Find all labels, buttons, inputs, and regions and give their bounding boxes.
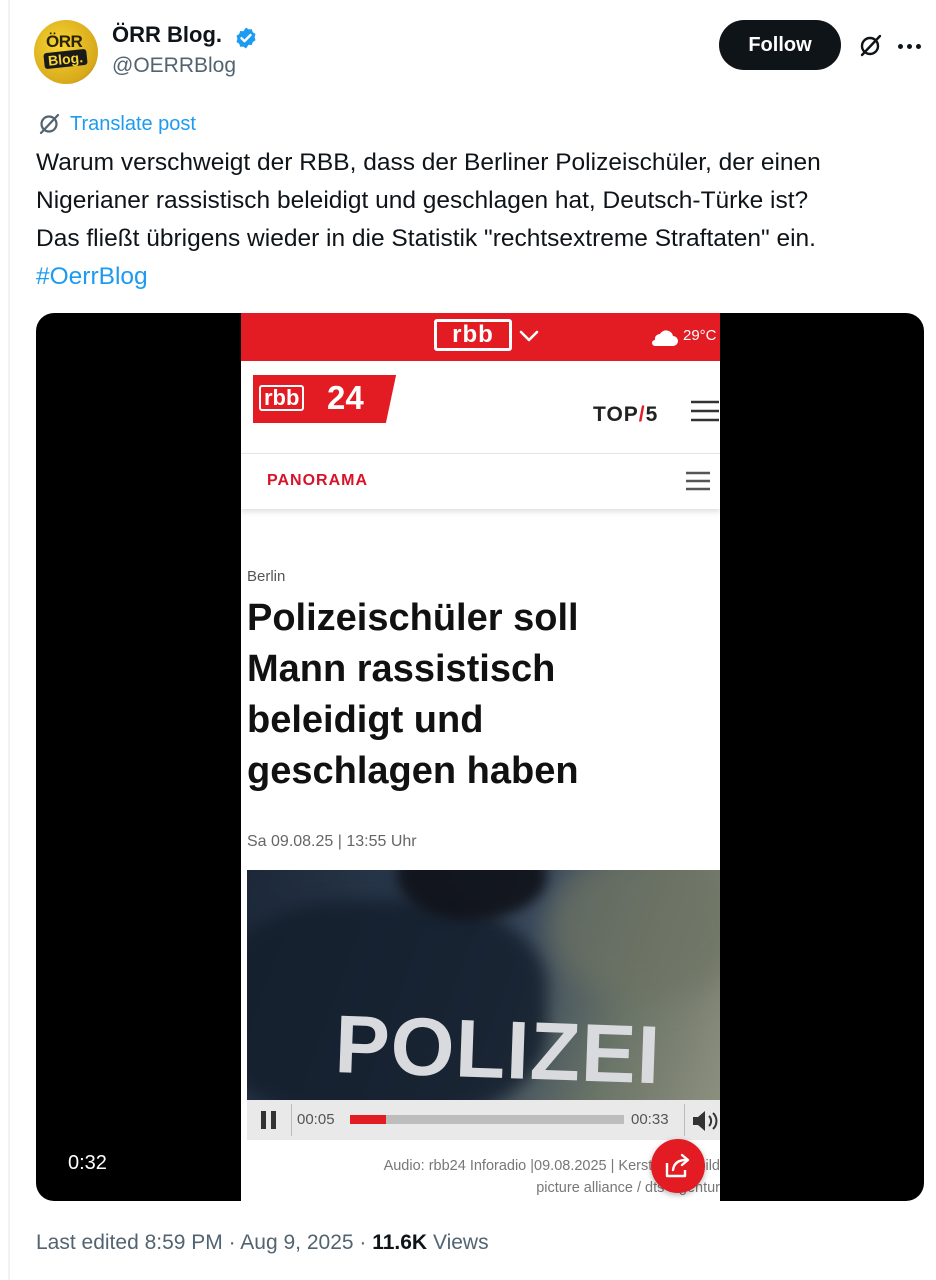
views-label: Views — [427, 1231, 489, 1254]
volume-icon — [693, 1111, 718, 1131]
hamburger-menu-icon — [691, 400, 719, 422]
rbb24-logo-text-left: rbb — [259, 385, 305, 411]
top5-link: TOP/5 — [593, 403, 658, 427]
video-frame-screenshot: rbb 29°C rbb 24 TOP/5 PANORAMA Berlin Po… — [241, 313, 720, 1201]
photo-vest-text: POLIZEI — [333, 999, 663, 1100]
tweet-text-line: Warum verschweigt der RBB, dass der Berl… — [36, 149, 821, 176]
audio-player: 00:05 00:33 — [247, 1100, 720, 1140]
grok-icon[interactable] — [856, 32, 884, 60]
rbb24-header: rbb 24 TOP/5 — [241, 361, 720, 457]
tweet-text-line: Nigerianer rassistisch beleidigt und ges… — [36, 187, 809, 214]
headline-line: beleidigt und — [247, 699, 484, 741]
more-options-icon[interactable] — [898, 36, 924, 56]
follow-button[interactable]: Follow — [719, 20, 841, 70]
top5-slash: / — [638, 403, 646, 426]
rbb-top-bar: rbb 29°C — [241, 313, 720, 361]
translate-post-link[interactable]: Translate post — [70, 113, 196, 136]
section-menu-icon — [686, 471, 710, 491]
audio-current-time: 00:05 — [297, 1111, 335, 1128]
video-duration: 0:32 — [68, 1152, 107, 1174]
caption-line: Audio: rbb24 Inforadio |09.08.2025 | Ker… — [383, 1158, 720, 1174]
rbb24-logo: rbb 24 — [253, 375, 397, 423]
headline-line: geschlagen haben — [247, 750, 579, 792]
rbb24-logo-text-right: 24 — [327, 379, 364, 416]
author-handle[interactable]: @OERRBlog — [112, 54, 236, 78]
caption-line: picture alliance / dts-Agentur — [536, 1180, 720, 1196]
article-dateline: Sa 09.08.25 | 13:55 Uhr — [247, 833, 417, 850]
avatar-text-bottom: Blog. — [43, 48, 88, 70]
share-button — [651, 1139, 705, 1193]
views-count[interactable]: 11.6K — [372, 1231, 427, 1254]
article-photo: POLIZEI — [247, 870, 720, 1100]
section-label: PANORAMA — [267, 472, 369, 489]
headline-line: Mann rassistisch — [247, 648, 556, 690]
post-meta: Last edited 8:59 PM · Aug 9, 2025 · 11.6… — [36, 1231, 489, 1255]
top5-left: TOP — [593, 403, 639, 426]
article-headline: Polizeischüler soll Mann rassistisch bel… — [247, 593, 717, 797]
tweet-text-line: Das fließt übrigens wieder in die Statis… — [36, 225, 816, 252]
weather-temperature: 29°C — [683, 327, 717, 344]
video-player[interactable]: rbb 29°C rbb 24 TOP/5 PANORAMA Berlin Po… — [36, 313, 924, 1201]
share-icon — [665, 1153, 690, 1178]
author-display-name[interactable]: ÖRR Blog. — [112, 22, 222, 48]
verified-badge-icon — [236, 27, 256, 49]
avatar[interactable]: ÖRR Blog. — [34, 20, 98, 84]
translate-post-row[interactable]: Translate post — [36, 110, 196, 138]
timeline-border — [8, 0, 10, 1280]
pause-icon — [261, 1111, 276, 1129]
headline-line: Polizeischüler soll — [247, 597, 579, 639]
audio-caption: Audio: rbb24 Inforadio |09.08.2025 | Ker… — [247, 1155, 720, 1199]
section-nav: PANORAMA — [241, 453, 720, 509]
hashtag-link[interactable]: #OerrBlog — [36, 263, 148, 290]
tweet-text: Warum verschweigt der RBB, dass der Berl… — [36, 144, 926, 296]
last-edited-timestamp[interactable]: Last edited 8:59 PM · Aug 9, 2025 · — [36, 1231, 372, 1254]
article-kicker: Berlin — [247, 568, 286, 585]
chevron-down-icon — [519, 330, 539, 342]
top5-right: 5 — [645, 403, 659, 426]
rbb-logo: rbb — [434, 319, 512, 351]
audio-progress-fill — [350, 1115, 386, 1124]
audio-progress-track — [350, 1115, 624, 1124]
audio-total-time: 00:33 — [631, 1111, 669, 1128]
translate-icon — [39, 113, 60, 135]
weather-cloud-icon — [652, 330, 678, 346]
